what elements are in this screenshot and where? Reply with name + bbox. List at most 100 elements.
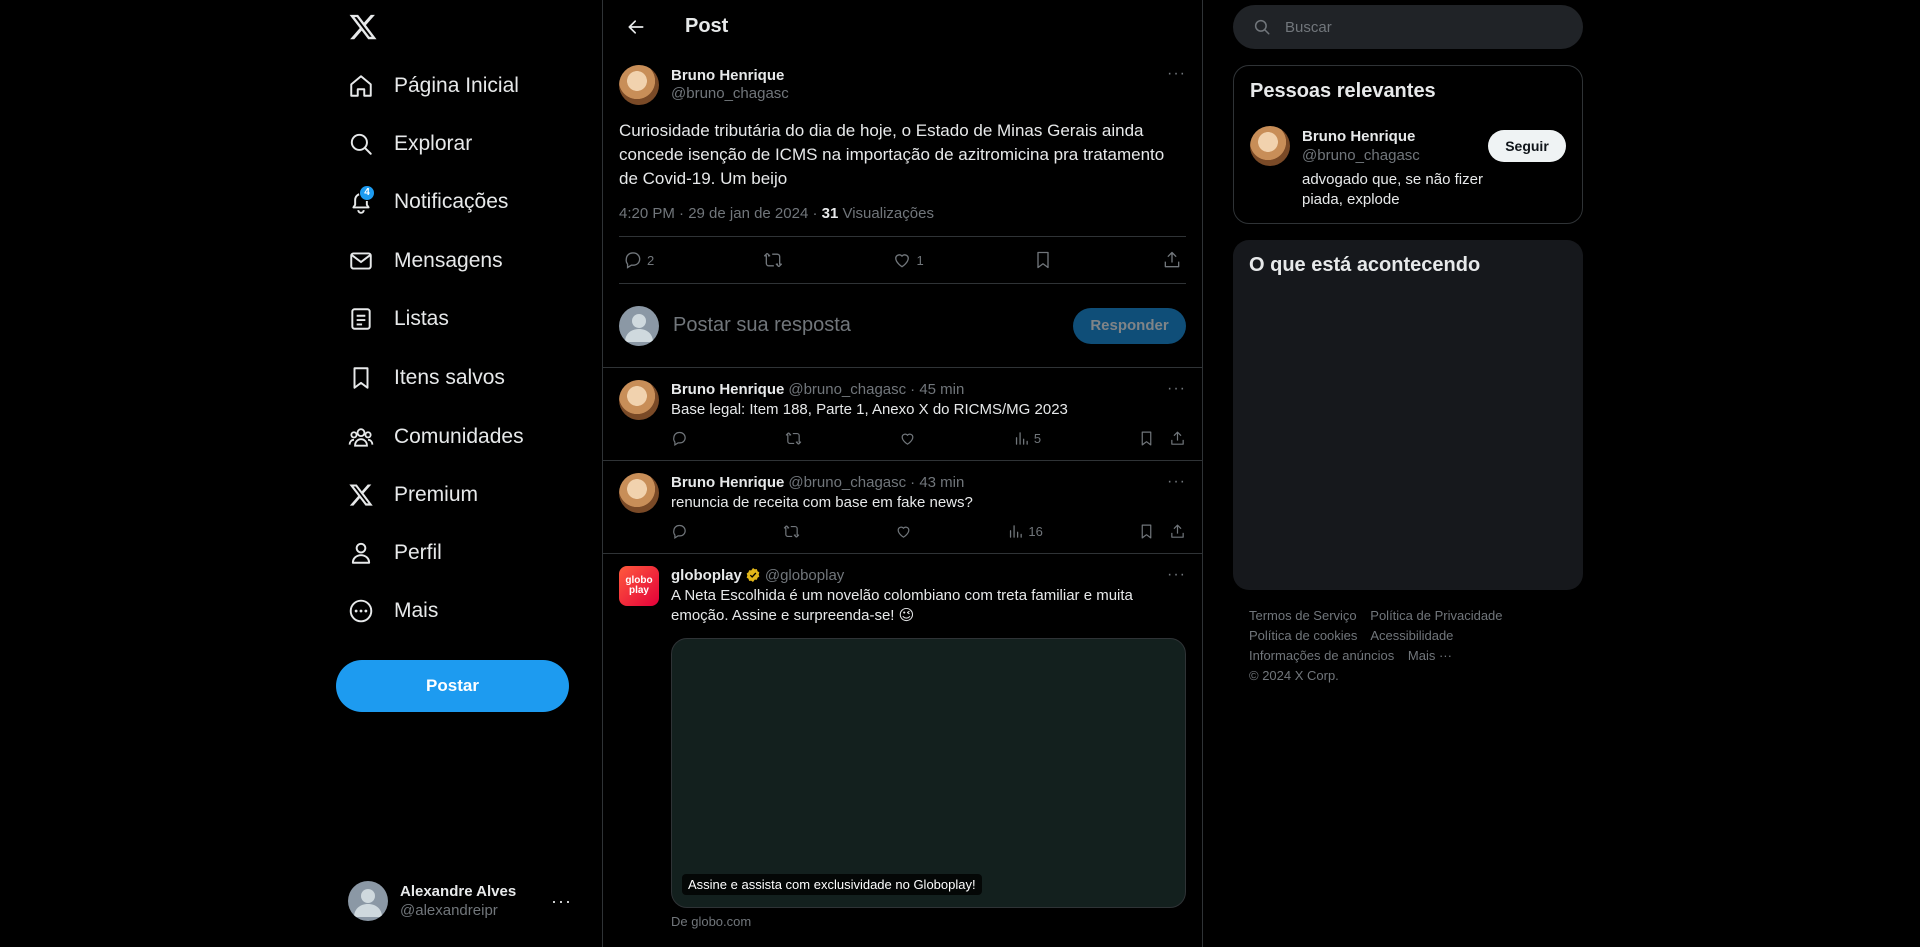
nav-lists[interactable]: Listas: [336, 294, 461, 344]
avatar: [619, 305, 659, 346]
reply-submit-button[interactable]: Responder: [1073, 307, 1186, 344]
repost-button[interactable]: [783, 523, 800, 540]
nav-explore-label: Explorar: [394, 132, 473, 155]
heart-icon: [897, 526, 910, 538]
account-switcher[interactable]: Alexandre Alves @alexandreipr ···: [336, 875, 584, 927]
like-button[interactable]: [895, 523, 912, 540]
nav-home-label: Página Inicial: [394, 74, 519, 97]
footer-links: Termos de Serviço Política de Privacidad…: [1249, 606, 1569, 686]
views-button[interactable]: 5: [1013, 430, 1041, 447]
ad-cta-label[interactable]: Assine e assista com exclusividade no Gl…: [682, 874, 982, 895]
nav-more[interactable]: Mais: [336, 586, 450, 636]
post-actions-right: [1138, 430, 1186, 447]
avatar[interactable]: [619, 473, 659, 513]
repost-icon: [764, 252, 783, 268]
post-button[interactable]: Postar: [336, 660, 569, 712]
like-button[interactable]: 1: [892, 250, 924, 270]
author-name[interactable]: Bruno Henrique: [671, 381, 784, 398]
post-time[interactable]: · 45 min: [910, 381, 964, 398]
search-icon: [348, 131, 374, 157]
reply-post-body: Bruno Henrique @bruno_chagasc · 45 min ·…: [671, 380, 1186, 460]
nav-profile[interactable]: Perfil: [336, 528, 454, 578]
footer-link-ads-info[interactable]: Informações de anúncios: [1249, 648, 1394, 663]
views-label: Visualizações: [838, 205, 934, 222]
relevant-person-info: Bruno Henrique @bruno_chagasc advogado q…: [1302, 126, 1488, 210]
like-button[interactable]: [899, 430, 916, 447]
nav-premium[interactable]: Premium: [336, 470, 490, 520]
author-name[interactable]: globoplay: [671, 567, 742, 584]
promoted-post-body: globoplay @globoplay ··· A Neta Escolhid…: [671, 566, 1186, 929]
x-logo-icon[interactable]: [348, 12, 380, 44]
nav-explore[interactable]: Explorar: [336, 119, 484, 169]
reply-post-header: Bruno Henrique @bruno_chagasc · 45 min ·…: [671, 380, 1186, 398]
footer-link-accessibility[interactable]: Acessibilidade: [1370, 628, 1453, 643]
repost-icon: [783, 524, 800, 538]
nav-home[interactable]: Página Inicial: [336, 61, 531, 111]
bookmark-button[interactable]: [1138, 523, 1155, 540]
nav-bookmarks[interactable]: Itens salvos: [336, 353, 517, 403]
promoted-post[interactable]: globo play globoplay @globoplay ··· A Ne…: [603, 554, 1202, 929]
more-options-icon[interactable]: ···: [1167, 566, 1186, 584]
author-handle[interactable]: @bruno_chagasc: [788, 474, 906, 491]
relevant-person[interactable]: Bruno Henrique @bruno_chagasc advogado q…: [1250, 126, 1566, 210]
ad-source-link[interactable]: De globo.com: [671, 914, 1186, 929]
bookmark-button[interactable]: [1033, 250, 1053, 270]
share-button[interactable]: [1162, 250, 1182, 270]
avatar[interactable]: globo play: [619, 566, 659, 606]
nav-lists-label: Listas: [394, 307, 449, 330]
reply-button[interactable]: [671, 430, 688, 447]
nav-messages[interactable]: Mensagens: [336, 236, 515, 286]
search-bar[interactable]: [1233, 5, 1583, 49]
more-options-icon[interactable]: ···: [1167, 473, 1186, 491]
bell-icon: 4: [348, 185, 375, 215]
back-arrow-icon[interactable]: [619, 10, 653, 44]
nav-premium-label: Premium: [394, 483, 479, 506]
avatar[interactable]: [619, 380, 659, 420]
footer-link-cookies[interactable]: Política de cookies: [1249, 628, 1357, 643]
reply-count: 2: [647, 252, 655, 268]
left-sidebar: Página Inicial Explorar 4 Notificações M…: [336, 0, 602, 947]
reply-input[interactable]: [673, 314, 1073, 337]
home-icon: [348, 73, 374, 99]
post-timestamp[interactable]: 4:20 PM · 29 de jan de 2024 ·: [619, 205, 822, 222]
reply-post[interactable]: Bruno Henrique @bruno_chagasc · 43 min ·…: [603, 461, 1202, 554]
more-options-icon[interactable]: ···: [1167, 380, 1186, 398]
footer-link-terms[interactable]: Termos de Serviço: [1249, 608, 1357, 623]
views-button[interactable]: 16: [1007, 523, 1043, 540]
nav-profile-label: Perfil: [394, 541, 442, 564]
share-button[interactable]: [1169, 430, 1186, 447]
ad-media-card[interactable]: Assine e assista com exclusividade no Gl…: [671, 638, 1186, 908]
person-handle[interactable]: @bruno_chagasc: [1302, 147, 1488, 164]
nav-notifications[interactable]: 4 Notificações: [336, 177, 520, 227]
nav-communities[interactable]: Comunidades: [336, 412, 536, 462]
repost-button[interactable]: [785, 430, 802, 447]
avatar[interactable]: [1250, 126, 1290, 166]
reply-button[interactable]: [671, 523, 688, 540]
footer-link-more[interactable]: Mais ···: [1408, 648, 1452, 663]
author-handle[interactable]: @globoplay: [765, 567, 844, 584]
account-handle: @alexandreipr: [400, 902, 498, 919]
footer-link-privacy[interactable]: Política de Privacidade: [1370, 608, 1502, 623]
avatar[interactable]: [619, 65, 659, 105]
person-name[interactable]: Bruno Henrique: [1302, 128, 1488, 145]
post-time[interactable]: · 43 min: [910, 474, 964, 491]
author-handle[interactable]: @bruno_chagasc: [671, 85, 1167, 102]
follow-button[interactable]: Seguir: [1488, 130, 1566, 162]
more-options-icon[interactable]: ···: [1167, 65, 1186, 83]
repost-button[interactable]: [763, 250, 783, 270]
reply-post[interactable]: Bruno Henrique @bruno_chagasc · 45 min ·…: [603, 368, 1202, 461]
bookmark-icon: [1037, 251, 1049, 269]
reply-button[interactable]: 2: [623, 250, 654, 270]
main-column: Post Bruno Henrique @bruno_chagasc ··· C…: [602, 0, 1203, 947]
bookmark-icon: [1141, 524, 1152, 538]
list-icon: [348, 306, 374, 332]
trending-panel: O que está acontecendo: [1233, 240, 1583, 590]
author-handle[interactable]: @bruno_chagasc: [788, 381, 906, 398]
share-button[interactable]: [1169, 523, 1186, 540]
author-name[interactable]: Bruno Henrique: [671, 67, 1167, 84]
bookmark-button[interactable]: [1138, 430, 1155, 447]
post-header: Post: [603, 0, 1202, 53]
author-name[interactable]: Bruno Henrique: [671, 474, 784, 491]
reply-post-header: Bruno Henrique @bruno_chagasc · 43 min ·…: [671, 473, 1186, 491]
search-input[interactable]: [1285, 18, 1565, 36]
